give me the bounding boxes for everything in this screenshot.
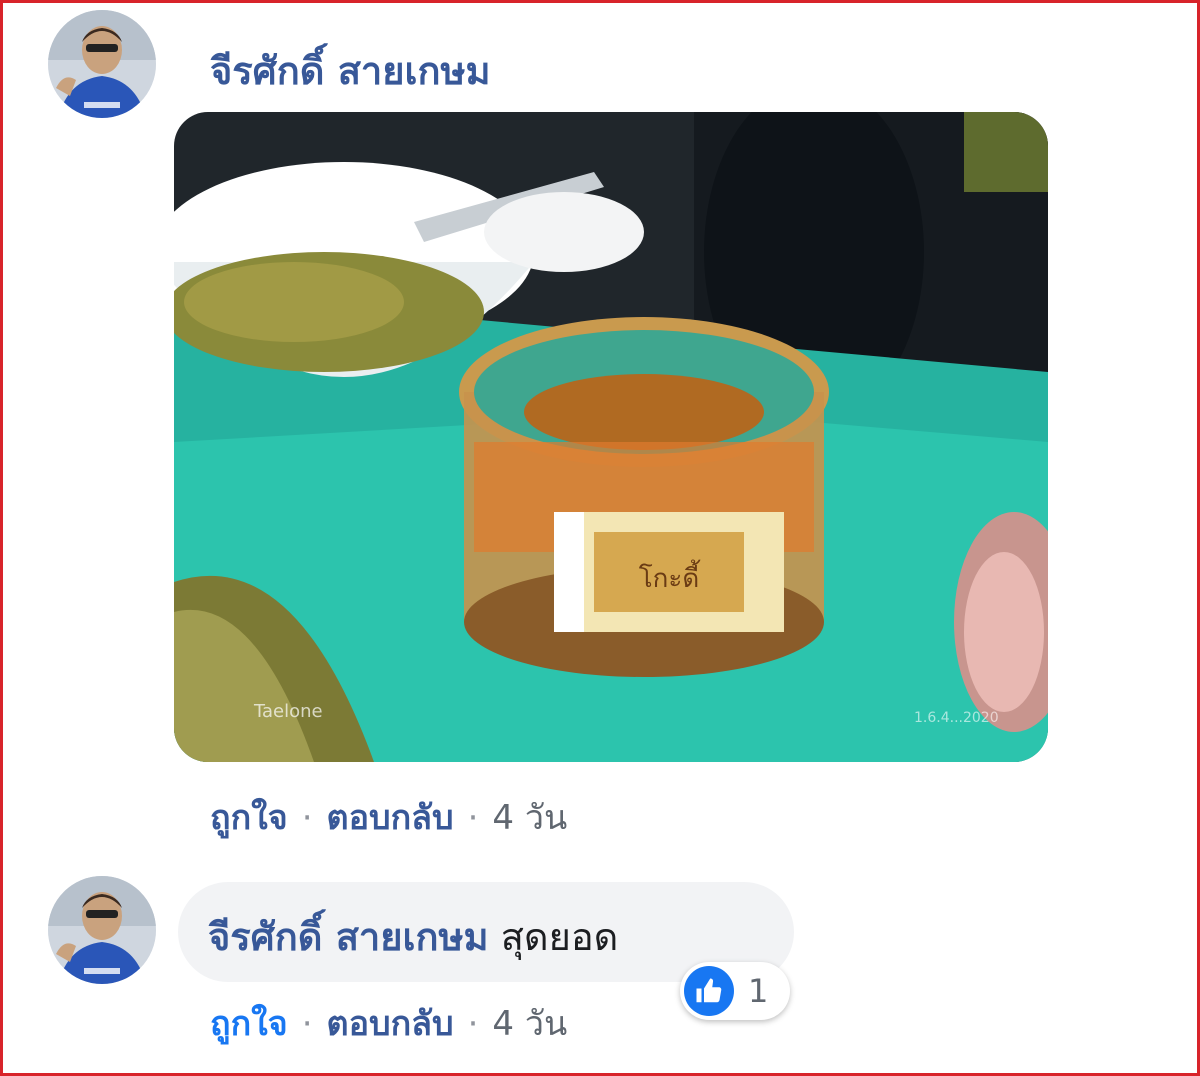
avatar-image [48,10,156,118]
separator-dot: · [301,798,313,838]
photo-watermark-left: Taelone [253,701,323,722]
separator-dot: · [467,1004,479,1044]
comment-photo[interactable]: โกะดี้ Taelone 1.6.4...2020 [174,112,1048,762]
avatar[interactable] [48,876,156,984]
comment-body: จีรศักดิ์ สายเกษม สุดยอด [208,906,618,967]
comment-text: สุดยอด [500,915,619,959]
separator-dot: · [301,1004,313,1044]
reaction-summary[interactable]: 1 [680,962,790,1020]
photo-watermark-right: 1.6.4...2020 [914,710,999,726]
comment-author[interactable]: จีรศักดิ์ สายเกษม [210,40,491,101]
reply-link[interactable]: ตอบกลับ [327,790,454,844]
reaction-count: 1 [748,972,769,1010]
comment-author[interactable]: จีรศักดิ์ สายเกษม [208,915,489,959]
timestamp-link[interactable]: 4 วัน [492,790,567,844]
svg-text:โกะดี้: โกะดี้ [639,559,701,594]
avatar[interactable] [48,10,156,118]
separator-dot: · [467,798,479,838]
comment-actions: ถูกใจ · ตอบกลับ · 4 วัน [210,790,567,844]
food-photo-image: โกะดี้ Taelone 1.6.4...2020 [174,112,1048,762]
like-link[interactable]: ถูกใจ [210,996,288,1050]
timestamp-link[interactable]: 4 วัน [492,996,567,1050]
like-icon [684,966,734,1016]
like-link[interactable]: ถูกใจ [210,790,288,844]
avatar-image [48,876,156,984]
reply-link[interactable]: ตอบกลับ [327,996,454,1050]
comment-actions: ถูกใจ · ตอบกลับ · 4 วัน [210,996,567,1050]
